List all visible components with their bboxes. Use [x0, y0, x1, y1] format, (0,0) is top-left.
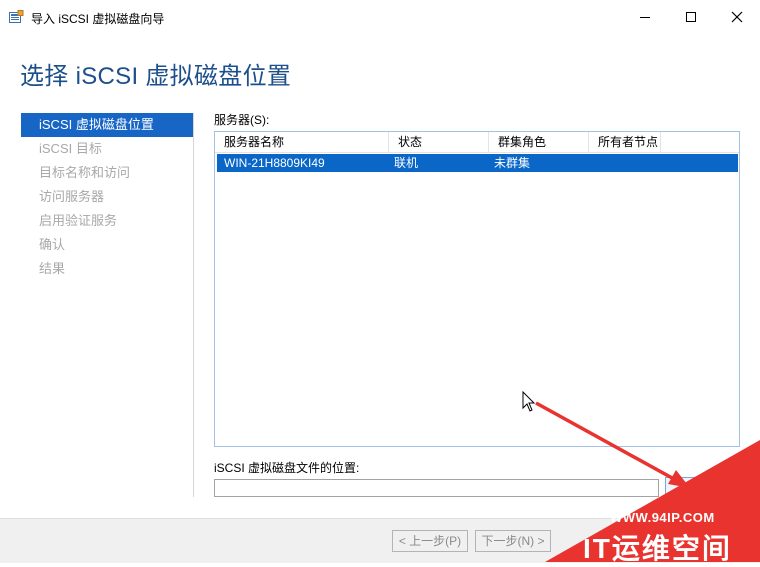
cell-server-name: WIN-21H8809KI49: [224, 156, 325, 170]
nav-item-confirm: 确认: [39, 237, 66, 252]
maximize-button[interactable]: [668, 0, 714, 34]
title-bar: 导入 iSCSI 虚拟磁盘向导: [0, 0, 760, 34]
watermark-brand: IT运维空间: [583, 533, 732, 564]
page-title: 选择 iSCSI 虚拟磁盘位置: [20, 63, 292, 90]
mouse-cursor-icon: [522, 391, 536, 412]
close-button[interactable]: [714, 0, 760, 34]
close-icon: [731, 11, 743, 23]
cell-cluster-role: 未群集: [494, 156, 531, 170]
nav-item-enable-auth: 启用验证服务: [39, 213, 118, 228]
column-header-status[interactable]: 状态: [389, 132, 489, 152]
cell-status: 联机: [394, 156, 419, 170]
nav-item-access-servers: 访问服务器: [39, 189, 105, 204]
nav-item-target-name-access: 目标名称和访问: [39, 165, 131, 180]
maximize-icon: [686, 12, 696, 22]
minimize-button[interactable]: [622, 0, 668, 34]
wizard-nav: iSCSI 虚拟磁盘位置 iSCSI 目标 目标名称和访问 访问服务器 启用验证…: [21, 113, 193, 281]
nav-item-vdisk-location[interactable]: iSCSI 虚拟磁盘位置: [21, 113, 193, 137]
cell-owner-node: [587, 154, 594, 172]
server-list[interactable]: 服务器名称 状态 群集角色 所有者节点 WIN-21H8809KI49 联机 未…: [214, 131, 740, 447]
column-header-cluster-role[interactable]: 群集角色: [489, 132, 589, 152]
next-button[interactable]: 下一步(N) >: [475, 530, 551, 552]
wizard-app-icon: [9, 10, 24, 23]
nav-item-iscsi-target: iSCSI 目标: [39, 141, 102, 156]
window-title: 导入 iSCSI 虚拟磁盘向导: [31, 12, 165, 26]
column-header-owner-node[interactable]: 所有者节点: [589, 132, 661, 152]
nav-divider: [193, 113, 194, 497]
column-header-server-name[interactable]: 服务器名称: [215, 132, 389, 152]
vdisk-path-input[interactable]: [214, 479, 659, 497]
table-row[interactable]: WIN-21H8809KI49 联机 未群集: [217, 154, 738, 172]
servers-label: 服务器(S):: [214, 113, 270, 127]
wizard-header: 选择 iSCSI 虚拟磁盘位置: [0, 34, 760, 100]
watermark-url: WWW.94IP.COM: [610, 510, 715, 525]
minimize-icon: [640, 17, 650, 18]
nav-item-results: 结果: [39, 261, 66, 276]
vdisk-path-label: iSCSI 虚拟磁盘文件的位置:: [214, 461, 360, 475]
server-list-header: 服务器名称 状态 群集角色 所有者节点: [215, 132, 739, 153]
previous-button[interactable]: < 上一步(P): [392, 530, 468, 552]
browse-button[interactable]: [665, 477, 697, 499]
